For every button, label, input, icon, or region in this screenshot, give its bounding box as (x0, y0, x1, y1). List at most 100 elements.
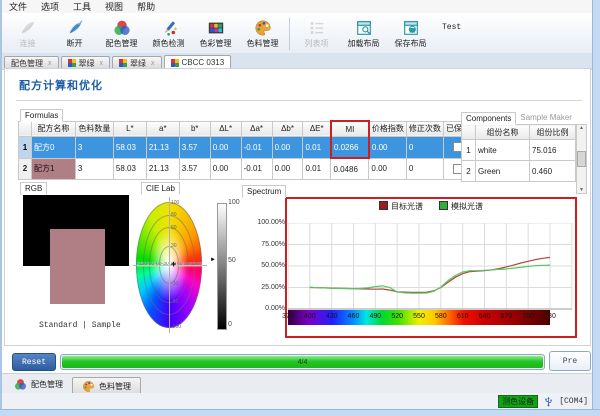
formula-cell[interactable]: 58.03 (113, 158, 146, 180)
scroll-up-icon[interactable]: ▲ (579, 125, 584, 131)
formula-cell[interactable]: -0.01 (241, 158, 272, 180)
bottom-tab-1[interactable]: 配色管理 (5, 375, 72, 394)
window-border-left (0, 0, 2, 416)
formula-cell[interactable]: 0.00 (272, 158, 303, 180)
reset-button[interactable]: Reset (12, 353, 56, 371)
component-ratio-cell[interactable]: 0.460 (530, 161, 576, 182)
document-tab-4[interactable]: CBCC 0313 (164, 55, 232, 69)
row-number-header (462, 125, 476, 140)
x-axis-tick-label: 400 (301, 313, 319, 320)
x-axis-tick-label: 610 (454, 313, 472, 320)
formula-cell[interactable]: 0.0486 (331, 158, 369, 180)
column-header: 组份名称 (476, 125, 530, 140)
formula-cell[interactable]: 58.03 (113, 137, 146, 159)
formula-cell[interactable]: 3 (75, 137, 113, 159)
menu-item[interactable]: 文件 (2, 0, 34, 13)
sample-maker-tab[interactable]: Sample Maker (516, 112, 576, 123)
toolbar-button-connect[interactable]: 连接 (4, 14, 51, 54)
toolbar-button-save-layout[interactable]: 保存布局 (387, 14, 434, 54)
pre-button[interactable]: Pre (549, 351, 591, 371)
menu-item[interactable]: 选项 (34, 0, 66, 13)
menu-item[interactable]: 工具 (66, 0, 98, 13)
components-tab[interactable]: Components (461, 112, 516, 125)
toolbar-button-load-layout[interactable]: 加载布局 (340, 14, 387, 54)
colorant-mgmt-icon (82, 380, 95, 393)
lightness-pointer[interactable]: ► (210, 257, 216, 263)
components-scrollbar[interactable]: ▲▼ (576, 124, 587, 194)
row-number-cell[interactable]: 2 (462, 161, 476, 182)
row-number-cell[interactable]: 2 (19, 158, 32, 180)
component-name-cell[interactable]: white (476, 140, 530, 161)
row-number-cell[interactable]: 1 (19, 137, 32, 159)
tab-close-icon[interactable]: x (48, 60, 52, 67)
legend-item: 模拟光谱 (439, 201, 483, 212)
scroll-down-icon[interactable]: ▼ (579, 187, 584, 193)
tab-close-icon[interactable]: x (151, 60, 155, 67)
formula-cell[interactable]: 0.0266 (331, 137, 369, 159)
column-header: a* (146, 121, 179, 137)
formula-row[interactable]: 2配方1358.0321.133.570.00-0.010.000.010.04… (19, 158, 473, 180)
toolbar-button-color-detect[interactable]: 颜色检测 (145, 14, 192, 54)
formula-cell[interactable]: 3.57 (179, 137, 210, 159)
formula-cell[interactable]: 21.13 (146, 158, 179, 180)
tab-close-icon[interactable]: x (100, 60, 104, 67)
toolbar-button-color-manage[interactable]: 色彩管理 (192, 14, 239, 54)
toolbar-button-disconnect[interactable]: 断开 (51, 14, 98, 54)
window-border-right[interactable] (592, 0, 600, 416)
formula-cell[interactable]: 配方1 (31, 158, 75, 180)
formula-cell[interactable]: 0 (406, 137, 443, 159)
formula-cell[interactable]: 0 (406, 158, 443, 180)
row-number-cell[interactable]: 1 (462, 140, 476, 161)
lightness-slider[interactable] (217, 203, 227, 330)
component-ratio-cell[interactable]: 75.016 (530, 140, 576, 161)
formula-cell[interactable]: 0.00 (369, 158, 407, 180)
cielab-caption: CIE Lab (141, 182, 180, 195)
formula-cell[interactable]: 0.00 (272, 137, 303, 159)
formula-cell[interactable]: 3 (75, 158, 113, 180)
progress-bar: 4/4 (60, 354, 545, 370)
color-match-icon (112, 19, 132, 37)
toolbar-button-color-matching[interactable]: 配色管理 (98, 14, 145, 54)
usb-icon (543, 396, 554, 407)
components-table: 组份名称组份比例1white75.0162Green0.460▲▼ (461, 124, 587, 194)
row-number-header (19, 121, 32, 137)
y-axis-tick-label: 0.00% (245, 305, 285, 312)
lightness-tick-label: 0 (228, 321, 232, 328)
column-header: 色料数量 (75, 121, 113, 137)
formula-row[interactable]: 1配方0358.0321.133.570.00-0.010.000.010.02… (19, 137, 473, 159)
formula-cell[interactable]: 21.13 (146, 137, 179, 159)
color-detect-icon (159, 19, 179, 37)
color-match-icon (14, 378, 27, 391)
cielab-wheel: 100806030-30-60-100-120-90-60-30 30 60 9… (133, 195, 235, 335)
formula-cell[interactable]: 配方0 (31, 137, 75, 159)
formula-cell[interactable]: -0.01 (241, 137, 272, 159)
component-row[interactable]: 2Green0.460 (462, 161, 576, 182)
formula-cell[interactable]: 0.00 (210, 158, 241, 180)
column-header: 组份比例 (530, 125, 576, 140)
document-tab-label: CBCC 0313 (182, 58, 225, 67)
toolbar-button-label: 加载布局 (348, 38, 380, 49)
formula-cell[interactable]: 0.00 (210, 137, 241, 159)
cielab-b-tick-label: -30 (171, 282, 178, 287)
column-header: ΔL* (210, 121, 241, 137)
x-axis-tick-label: 670 (497, 313, 515, 320)
colorant-mgmt-icon (253, 19, 273, 37)
toolbar-button-list-items[interactable]: 列表项 (293, 14, 340, 54)
toolbar-button-colorant-manage[interactable]: 色料管理 (239, 14, 286, 54)
cielab-a-tick-labels: -120-90-60-30 30 60 90 120 (137, 262, 203, 267)
component-name-cell[interactable]: Green (476, 161, 530, 182)
formula-cell[interactable]: 0.01 (303, 158, 331, 180)
bottom-tab-label: 配色管理 (31, 379, 63, 390)
scroll-thumb[interactable] (577, 151, 586, 167)
component-row[interactable]: 1white75.016 (462, 140, 576, 161)
bottom-tab-2[interactable]: 色料管理 (72, 377, 141, 394)
app-window: 文件选项工具视图帮助 连接断开配色管理颜色检测色彩管理色料管理列表项加载布局保存… (0, 0, 600, 416)
y-axis-tick-label: 25.00% (245, 284, 285, 291)
menu-item[interactable]: 视图 (98, 0, 130, 13)
column-header: 修正次数 (406, 121, 443, 137)
formula-cell[interactable]: 0.01 (303, 137, 331, 159)
formula-cell[interactable]: 3.57 (179, 158, 210, 180)
menu-item[interactable]: 帮助 (130, 0, 162, 13)
cielab-b-tick-label: 100 (171, 201, 179, 206)
formula-cell[interactable]: 0.00 (369, 137, 407, 159)
